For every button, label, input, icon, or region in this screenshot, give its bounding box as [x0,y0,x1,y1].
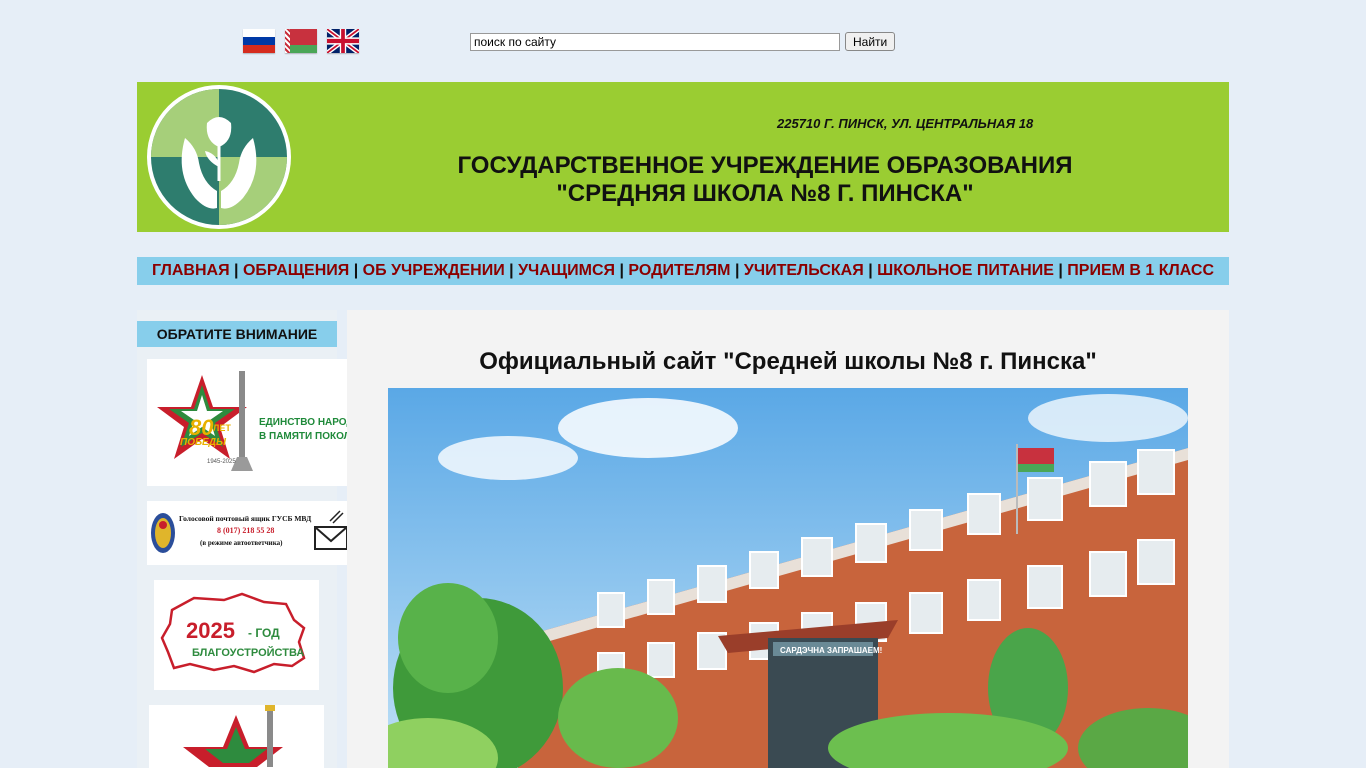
site-header: 225710 Г. ПИНСК, УЛ. ЦЕНТРАЛЬНАЯ 18 ГОСУ… [137,82,1229,232]
victory-80-banner[interactable]: 80 ЛЕТ ПОБЕДЫ 1945-2025 ЕДИНСТВО НАРОДА … [147,359,377,486]
uk-flag-icon[interactable] [327,29,359,53]
nav-item-first-grade-admission[interactable]: ПРИЕМ В 1 КЛАСС [1067,262,1214,279]
russia-flag-icon[interactable] [243,29,275,53]
nav-item-home[interactable]: ГЛАВНАЯ [152,262,230,279]
year-of-improvement-banner[interactable]: 2025 - ГОД БЛАГОУСТРОЙСТВА [154,580,319,690]
search-button[interactable]: Найти [845,32,896,51]
nav-item-about[interactable]: ОБ УЧРЕЖДЕНИИ [363,262,505,279]
nav-separator: | [868,262,873,279]
main-navigation: ГЛАВНАЯ | ОБРАЩЕНИЯ | ОБ УЧРЕЖДЕНИИ | УЧ… [137,257,1229,285]
site-search: Найти [470,32,896,51]
voice-mailbox-banner[interactable]: Голосовой почтовый ящик ГУСБ МВД 8 (017)… [147,501,352,565]
school-address: 225710 Г. ПИНСК, УЛ. ЦЕНТРАЛЬНАЯ 18 [777,116,1034,131]
nav-item-parents[interactable]: РОДИТЕЛЯМ [628,262,730,279]
nav-separator: | [619,262,624,279]
main-content: Официальный сайт "Средней школы №8 г. Пи… [347,310,1229,768]
victory-years-word: ЛЕТ [213,423,231,433]
school-title: ГОСУДАРСТВЕННОЕ УЧРЕЖДЕНИЕ ОБРАЗОВАНИЯ "… [407,152,1123,208]
school-logo[interactable] [145,83,293,231]
nav-separator: | [1058,262,1063,279]
hotline-line1: Голосовой почтовый ящик ГУСБ МВД [179,514,312,523]
school-title-line1: ГОСУДАРСТВЕННОЕ УЧРЕЖДЕНИЕ ОБРАЗОВАНИЯ [457,152,1073,179]
hotline-line3: (в режиме автоответчика) [200,539,283,547]
belarus-flag-icon[interactable] [285,29,317,53]
school-building-photo: САРДЭЧНА ЗАПРАШАЕМ! [388,388,1188,768]
nav-item-teachers[interactable]: УЧИТЕЛЬСКАЯ [744,262,864,279]
nav-item-school-meals[interactable]: ШКОЛЬНОЕ ПИТАНИЕ [877,262,1054,279]
victory-star-banner[interactable] [149,705,324,768]
victory-year-range: 1945-2025 [207,459,236,465]
hotline-phone: 8 (017) 218 55 28 [217,526,274,535]
nav-separator: | [509,262,514,279]
page-title: Официальный сайт "Средней школы №8 г. Пи… [479,348,1097,375]
year-number: 2025 [186,618,235,643]
victory-slogan-line1: ЕДИНСТВО НАРОДА [259,417,361,428]
nav-separator: | [734,262,740,279]
sidebar-heading: ОБРАТИТЕ ВНИМАНИЕ [137,321,337,347]
victory-word: ПОБЕДЫ [180,437,227,448]
year-word: БЛАГОУСТРОЙСТВА [192,646,304,659]
sidebar: ОБРАТИТЕ ВНИМАНИЕ 80 ЛЕТ ПОБЕДЫ 1945-202… [137,310,377,768]
nav-separator: | [353,262,359,279]
school-title-line2: "СРЕДНЯЯ ШКОЛА №8 Г. ПИНСКА" [556,180,974,207]
language-switcher [243,29,359,53]
entrance-sign: САРДЭЧНА ЗАПРАШАЕМ! [780,646,882,655]
nav-item-appeals[interactable]: ОБРАЩЕНИЯ [243,262,349,279]
nav-separator: | [234,262,239,279]
nav-item-students[interactable]: УЧАЩИМСЯ [518,262,615,279]
search-input[interactable] [470,32,840,51]
year-suffix: - ГОД [248,626,280,640]
